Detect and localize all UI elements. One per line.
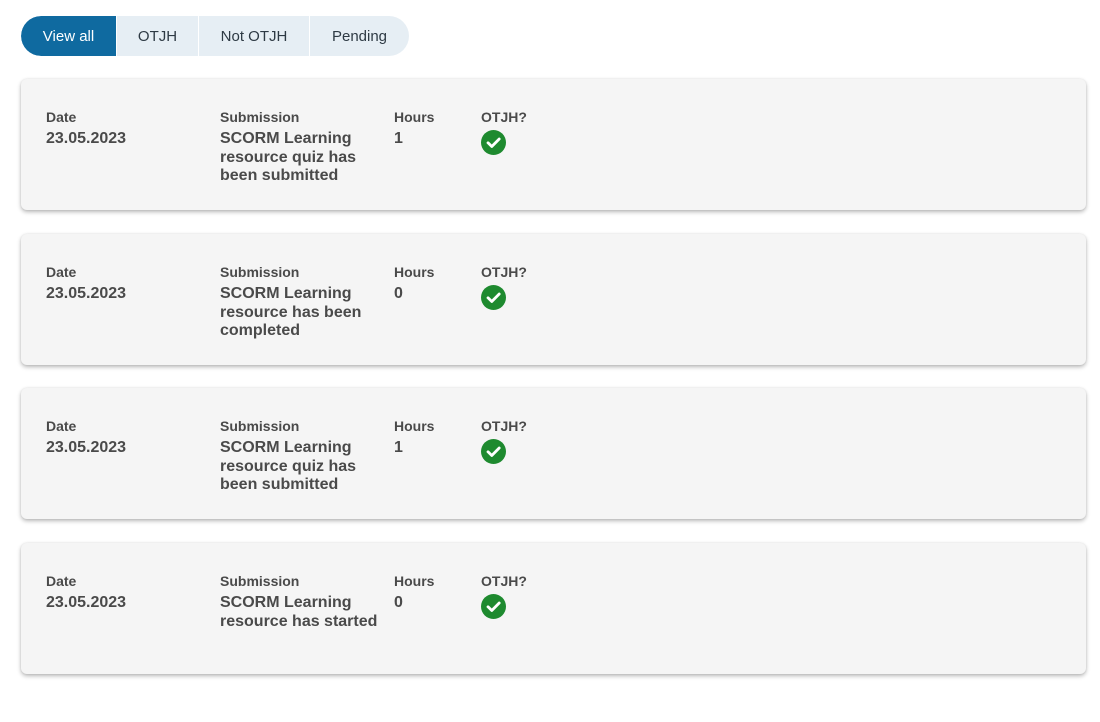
date-value: 23.05.2023 bbox=[46, 285, 206, 304]
hours-value: 0 bbox=[394, 285, 464, 304]
filter-pending-button[interactable]: Pending bbox=[310, 16, 409, 56]
submission-label: Submission bbox=[220, 418, 380, 434]
otjh-label: OTJH? bbox=[481, 109, 561, 125]
filter-not-otjh-button[interactable]: Not OTJH bbox=[199, 16, 310, 56]
submission-card: Date 23.05.2023 Submission SCORM Learnin… bbox=[21, 234, 1086, 365]
submission-value: SCORM Learning resource quiz has been su… bbox=[220, 130, 380, 186]
date-value: 23.05.2023 bbox=[46, 439, 206, 458]
date-value: 23.05.2023 bbox=[46, 130, 206, 149]
submission-value: SCORM Learning resource has been complet… bbox=[220, 285, 380, 341]
check-circle-icon bbox=[481, 285, 506, 310]
submission-value: SCORM Learning resource has started bbox=[220, 594, 380, 631]
date-label: Date bbox=[46, 418, 206, 434]
otjh-label: OTJH? bbox=[481, 418, 561, 434]
hours-value: 1 bbox=[394, 130, 464, 149]
check-circle-icon bbox=[481, 130, 506, 155]
hours-value: 1 bbox=[394, 439, 464, 458]
date-label: Date bbox=[46, 264, 206, 280]
submission-label: Submission bbox=[220, 109, 380, 125]
submission-value: SCORM Learning resource quiz has been su… bbox=[220, 439, 380, 495]
filter-tabs: View all OTJH Not OTJH Pending bbox=[21, 16, 409, 56]
submission-card: Date 23.05.2023 Submission SCORM Learnin… bbox=[21, 388, 1086, 519]
date-label: Date bbox=[46, 573, 206, 589]
hours-label: Hours bbox=[394, 109, 464, 125]
submission-label: Submission bbox=[220, 573, 380, 589]
hours-label: Hours bbox=[394, 264, 464, 280]
otjh-label: OTJH? bbox=[481, 573, 561, 589]
otjh-label: OTJH? bbox=[481, 264, 561, 280]
submission-card: Date 23.05.2023 Submission SCORM Learnin… bbox=[21, 79, 1086, 210]
submission-label: Submission bbox=[220, 264, 380, 280]
check-circle-icon bbox=[481, 594, 506, 619]
filter-view-all-button[interactable]: View all bbox=[21, 16, 117, 56]
date-label: Date bbox=[46, 109, 206, 125]
date-value: 23.05.2023 bbox=[46, 594, 206, 613]
check-circle-icon bbox=[481, 439, 506, 464]
hours-label: Hours bbox=[394, 573, 464, 589]
hours-value: 0 bbox=[394, 594, 464, 613]
submission-card: Date 23.05.2023 Submission SCORM Learnin… bbox=[21, 543, 1086, 674]
filter-otjh-button[interactable]: OTJH bbox=[117, 16, 199, 56]
hours-label: Hours bbox=[394, 418, 464, 434]
